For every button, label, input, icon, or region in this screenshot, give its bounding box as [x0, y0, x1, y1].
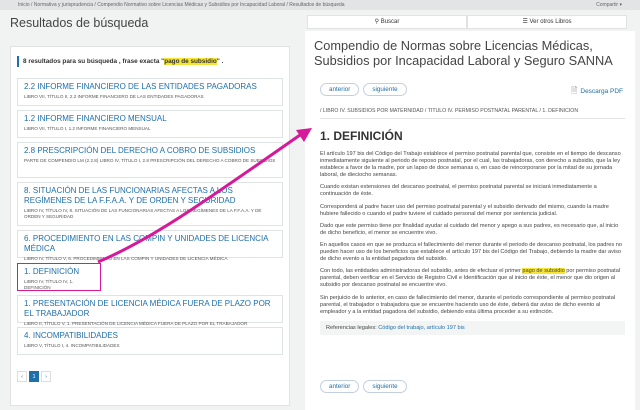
result-item[interactable]: 1. PRESENTACIÓN DE LICENCIA MÉDICA FUERA…: [17, 295, 283, 326]
result-item[interactable]: 6. PROCEDIMIENTO EN LAS COMPIN Y UNIDADE…: [17, 230, 283, 261]
top-breadcrumb-bar: Inicio / Normativa y jurisprudencia / Co…: [0, 0, 640, 10]
count-prefix: 8 resultados para su búsqueda , frase ex…: [23, 58, 165, 65]
refs-link[interactable]: Código del trabajo, artículo 197 bis: [378, 325, 464, 331]
result-title[interactable]: 6. PROCEDIMIENTO EN LAS COMPIN Y UNIDADE…: [24, 234, 276, 254]
result-path: LIBRO IV, TÍTULO IV, 1. DEFINICIÓN: [24, 279, 74, 290]
other-books-button[interactable]: ☰ Ver otros Libros: [467, 15, 627, 29]
result-item[interactable]: 2.8 PRESCRIPCIÓN DEL DERECHO A COBRO DE …: [17, 142, 283, 178]
result-path: LIBRO VII, TÍTULO II, 2.2 INFORME FINANC…: [24, 94, 204, 99]
paragraph: Dado que este permiso tiene por finalida…: [320, 222, 619, 236]
query-highlight: pago de subsidio: [164, 58, 217, 65]
doc-nav-bottom: anterior siguiente: [320, 380, 407, 393]
result-path: LIBRO IV, TÍTULO IV, 8. SITUACIÓN DE LAS…: [24, 208, 262, 219]
paragraph: En aquellos casos en que se produzca el …: [320, 241, 622, 263]
paragraph: Sin perjuicio de lo anterior, en caso de…: [320, 294, 616, 315]
tools-bar: ⚲ Buscar ☰ Ver otros Libros: [307, 15, 627, 29]
result-path: LIBRO IV, TÍTULO V, 6. PROCEDIMIENTO EN …: [24, 256, 228, 261]
result-item[interactable]: 2.2 INFORME FINANCIERO DE LAS ENTIDADES …: [17, 78, 283, 106]
paragraph: El artículo 197 bis del Código del Traba…: [320, 151, 621, 179]
paragraph-with-match: Con todo, las entidades administradoras …: [320, 268, 625, 289]
pager-page-1[interactable]: 1: [29, 371, 39, 382]
pdf-icon: 🗎: [570, 86, 578, 95]
section-body: El artículo 197 bis del Código del Traba…: [320, 151, 625, 335]
result-title[interactable]: 4. INCOMPATIBILIDADES: [24, 331, 276, 341]
doc-nav-top: anterior siguiente: [320, 83, 407, 96]
result-item[interactable]: 1.2 INFORME FINANCIERO MENSUAL LIBRO VII,…: [17, 110, 283, 138]
download-pdf-link[interactable]: 🗎 Descarga PDF: [571, 85, 623, 99]
section-title: 1. DEFINICIÓN: [320, 129, 403, 143]
legal-references: Referencias legales: Código del trabajo,…: [320, 320, 625, 335]
result-item[interactable]: 8. SITUACIÓN DE LAS FUNCIONARIAS AFECTAS…: [17, 182, 283, 226]
result-title[interactable]: 1.2 INFORME FINANCIERO MENSUAL: [24, 114, 276, 124]
result-item[interactable]: 4. INCOMPATIBILIDADES LIBRO V, TÍTULO I, …: [17, 327, 283, 355]
result-title[interactable]: 8. SITUACIÓN DE LAS FUNCIONARIAS AFECTAS…: [24, 186, 276, 206]
pagination: ‹ 1 ›: [17, 371, 51, 382]
pdf-label: Descarga PDF: [580, 88, 623, 95]
refs-label: Referencias legales:: [326, 324, 379, 331]
paragraph: Cuando existan extensiones del descanso …: [320, 184, 597, 198]
next-button[interactable]: siguiente: [363, 83, 407, 96]
previous-button[interactable]: anterior: [320, 380, 360, 393]
result-item-selected[interactable]: 1. DEFINICIÓN LIBRO IV, TÍTULO IV, 1. DEF…: [17, 263, 101, 291]
result-title[interactable]: 1. DEFINICIÓN: [24, 267, 94, 277]
paragraph: Corresponderá al padre hacer uso del per…: [320, 203, 609, 217]
list-icon: ☰: [522, 19, 528, 25]
results-panel: 8 resultados para su búsqueda , frase ex…: [10, 46, 290, 406]
count-suffix: " .: [216, 58, 224, 65]
result-title[interactable]: 2.8 PRESCRIPCIÓN DEL DERECHO A COBRO DE …: [24, 146, 276, 156]
result-path: PARTE DE COMPENDIO LM (2.2.8) LIBRO IV, …: [24, 158, 276, 163]
next-button[interactable]: siguiente: [363, 380, 407, 393]
result-path: LIBRO V, TÍTULO I, 4. INCOMPATIBILIDADES: [24, 343, 120, 348]
document-panel: Compendio de Normas sobre Licencias Médi…: [305, 31, 635, 410]
search-button[interactable]: ⚲ Buscar: [307, 15, 467, 29]
other-books-label: Ver otros Libros: [529, 19, 572, 25]
result-path: LIBRO VII, TÍTULO I, 1.2 INFORME FINANCI…: [24, 126, 151, 131]
pager-next-button[interactable]: ›: [41, 371, 51, 382]
result-title[interactable]: 2.2 INFORME FINANCIERO DE LAS ENTIDADES …: [24, 82, 276, 92]
text-span: Con todo, las entidades administradoras …: [320, 268, 523, 275]
share-button[interactable]: Compartir: [596, 2, 622, 8]
document-breadcrumb: / LIBRO IV. SUBSIDIOS POR MATERNIDAD / T…: [320, 108, 625, 119]
top-breadcrumb[interactable]: Inicio / Normativa y jurisprudencia / Co…: [18, 2, 345, 8]
results-count: 8 resultados para su búsqueda , frase ex…: [17, 56, 283, 67]
previous-button[interactable]: anterior: [320, 83, 360, 96]
results-column: Resultados de búsqueda 8 resultados para…: [8, 10, 290, 410]
search-label: Buscar: [380, 19, 400, 25]
page-title: Resultados de búsqueda: [10, 16, 149, 30]
match-highlight: pago de subsidio: [522, 268, 565, 275]
pager-prev-button[interactable]: ‹: [17, 371, 27, 382]
search-icon: ⚲: [374, 19, 380, 25]
document-heading: Compendio de Normas sobre Licencias Médi…: [314, 38, 613, 68]
result-title[interactable]: 1. PRESENTACIÓN DE LICENCIA MÉDICA FUERA…: [24, 299, 276, 319]
